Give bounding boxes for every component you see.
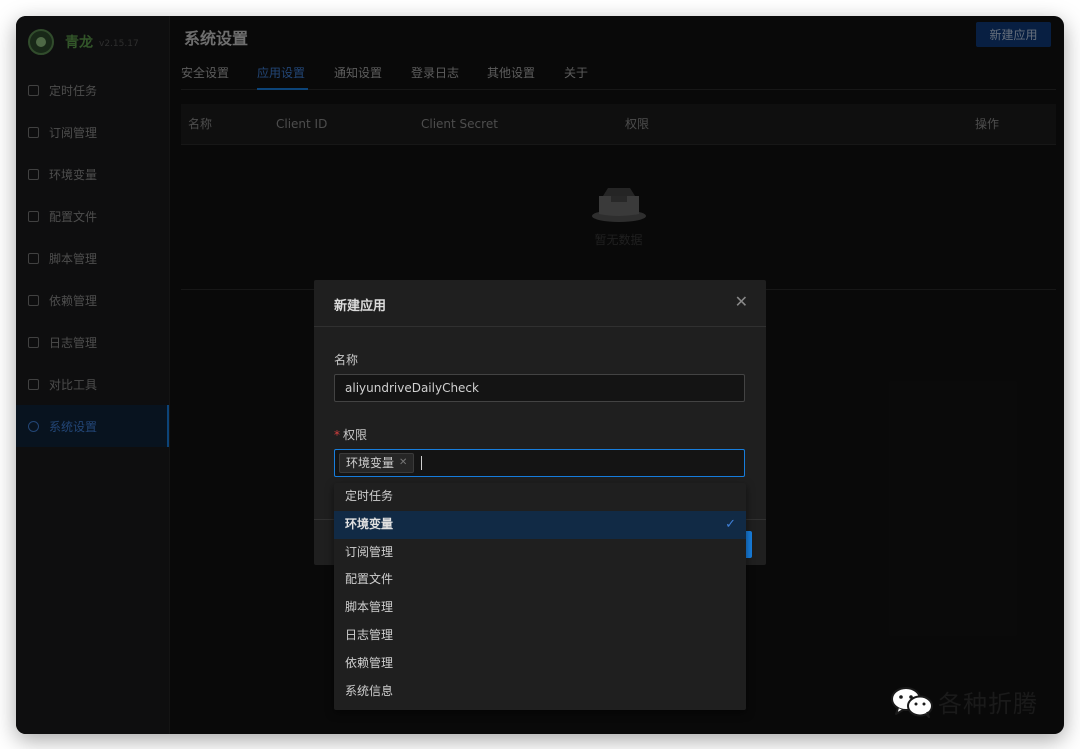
dropdown-option-system[interactable]: 系统信息 (334, 678, 746, 706)
dropdown-option-env[interactable]: 环境变量 ✓ (334, 510, 746, 539)
dropdown-option-logs[interactable]: 日志管理 (334, 622, 746, 650)
option-label: 依赖管理 (345, 655, 394, 670)
dropdown-option-subscriptions[interactable]: 订阅管理 (334, 539, 746, 567)
option-label: 日志管理 (345, 627, 394, 642)
close-icon[interactable]: ✕ (735, 294, 748, 310)
app-window: 青龙 v2.15.17 定时任务 订阅管理 环境变量 配置文件 脚本管理 依赖管… (16, 16, 1064, 734)
dropdown-option-config[interactable]: 配置文件 (334, 566, 746, 594)
option-label: 配置文件 (345, 572, 394, 587)
dropdown-option-scripts[interactable]: 脚本管理 (334, 594, 746, 622)
scope-label-text: 权限 (343, 428, 368, 442)
text-cursor (421, 456, 423, 470)
scope-tag-label: 环境变量 (346, 456, 395, 470)
scope-label: * 权限 (334, 426, 367, 443)
name-input[interactable]: aliyundriveDailyCheck (334, 374, 745, 402)
option-label: 定时任务 (345, 489, 394, 503)
name-label: 名称 (334, 353, 359, 367)
modal-title: 新建应用 (334, 299, 387, 314)
option-label: 订阅管理 (345, 544, 394, 559)
scope-tag: 环境变量 ✕ (339, 453, 415, 473)
scope-select[interactable]: 环境变量 ✕ (334, 449, 745, 477)
watermark-text: 各种折腾 (938, 690, 1038, 718)
ok-button[interactable] (745, 531, 752, 558)
checkmark-icon: ✓ (725, 516, 736, 532)
option-label: 脚本管理 (345, 600, 394, 615)
wechat-icon (891, 686, 933, 718)
dropdown-option-cron[interactable]: 定时任务 (334, 483, 746, 511)
watermark: 各种折腾 (890, 684, 1038, 719)
scope-dropdown: 定时任务 环境变量 ✓ 订阅管理 配置文件 脚本管理 日志管理 依赖管理 系统信息 (334, 483, 746, 710)
modal-header: 新建应用 ✕ (314, 280, 766, 327)
option-label: 系统信息 (345, 683, 394, 698)
remove-tag-icon[interactable]: ✕ (399, 454, 407, 472)
dropdown-option-dependencies[interactable]: 依赖管理 (334, 650, 746, 678)
required-mark: * (334, 428, 340, 442)
option-label: 环境变量 (345, 516, 394, 531)
